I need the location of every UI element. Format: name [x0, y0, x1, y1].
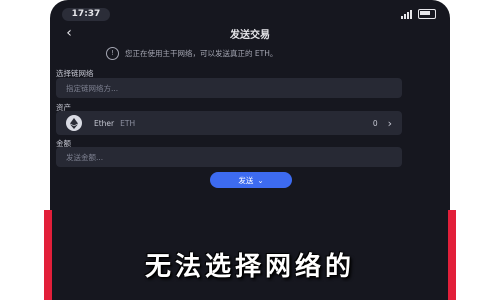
banner-title: 无法选择网络的 [144, 251, 355, 282]
chevron-down-icon: ⌄ [257, 175, 264, 185]
network-placeholder: 指定链网络方... [66, 83, 119, 93]
status-bar: 17:37 [50, 6, 450, 22]
status-time: 17:37 [62, 8, 110, 21]
network-notice: ! 您正在使用主干网络，可以发送真正的 ETH。 [58, 44, 442, 62]
signal-icon [401, 9, 412, 19]
status-icons [401, 8, 436, 20]
asset-select[interactable]: Ether ETH 0 › [56, 111, 402, 135]
send-label: 发送 [238, 175, 254, 185]
page-title: 发送交易 [230, 30, 270, 41]
notice-text: 您正在使用主干网络，可以发送真正的 ETH。 [125, 48, 278, 58]
amount-input[interactable]: 发送金额... [56, 147, 402, 167]
asset-symbol: Ether [94, 118, 115, 128]
amount-placeholder: 发送金额... [66, 152, 104, 162]
network-select[interactable]: 指定链网络方... [56, 78, 402, 98]
header: ‹ 发送交易 [50, 22, 450, 44]
asset-name: ETH [120, 118, 136, 128]
ethereum-icon [66, 115, 82, 131]
info-icon: ! [106, 46, 119, 60]
asset-balance: 0 [372, 118, 378, 128]
send-button[interactable]: 发送 ⌄ [210, 172, 292, 188]
battery-icon [418, 9, 436, 19]
chevron-right-icon: › [387, 116, 392, 130]
